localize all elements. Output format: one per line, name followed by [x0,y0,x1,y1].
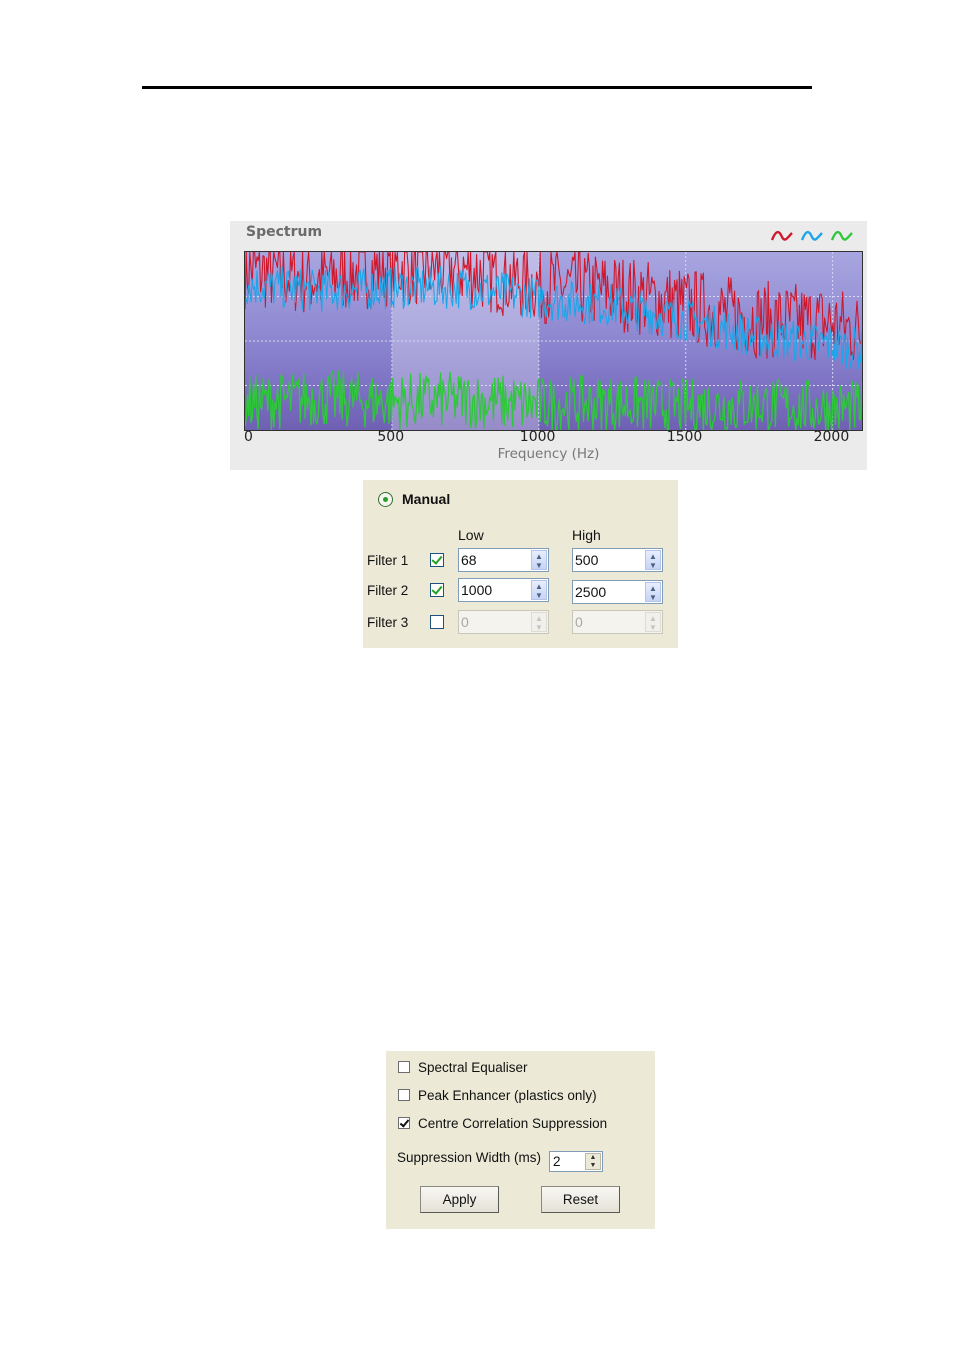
header-rule [142,86,812,89]
filter-1-low-value: 68 [461,552,477,568]
spectrum-panel: Spectrum 0 500 1000 1500 2000 Frequency (Hz) [230,221,867,470]
low-header: Low [458,527,484,543]
spectrum-title: Spectrum [246,224,323,240]
spectral-equaliser-label: Spectral Equaliser [418,1060,528,1075]
x-tick-label: 500 [377,429,405,445]
apply-button[interactable]: Apply [420,1186,499,1213]
chevron-down-icon: ▼ [535,623,543,632]
chevron-up-icon[interactable]: ▲ [646,552,660,561]
spectrum-plot[interactable] [244,251,863,431]
x-tick-label: 1500 [666,429,703,445]
chevron-down-icon[interactable]: ▼ [532,591,546,600]
blue-wave-icon[interactable] [800,228,824,244]
chevron-up-icon[interactable]: ▲ [532,552,546,561]
check-icon [431,553,443,565]
chevron-up-icon[interactable]: ▲ [532,582,546,591]
filter-1-low-spinner[interactable]: 68 ▲ ▼ [458,548,549,572]
suppression-width-spinner[interactable]: 2 ▲ ▼ [549,1151,603,1172]
chevron-up-icon[interactable]: ▲ [646,584,660,593]
suppression-width-value: 2 [553,1154,561,1169]
spin-buttons[interactable]: ▲ ▼ [585,1153,601,1170]
spin-buttons[interactable]: ▲ ▼ [531,580,547,600]
spin-buttons[interactable]: ▲ ▼ [645,582,661,602]
chevron-down-icon[interactable]: ▼ [586,1162,600,1170]
chevron-down-icon: ▼ [649,623,657,632]
chevron-down-icon[interactable]: ▼ [532,561,546,570]
green-wave-icon[interactable] [830,228,854,244]
x-tick-label: 2000 [813,429,850,445]
filter-1-checkbox[interactable] [430,553,444,567]
chevron-down-icon[interactable]: ▼ [646,561,660,570]
chevron-up-icon: ▲ [535,614,543,623]
check-icon [399,1117,410,1128]
filter-3-label: Filter 3 [367,615,409,630]
filter-2-low-spinner[interactable]: 1000 ▲ ▼ [458,578,549,602]
chevron-up-icon[interactable]: ▲ [586,1154,600,1162]
spectrum-chart [245,252,862,430]
filter-3-low-spinner: 0 ▲ ▼ [458,610,549,634]
filter-2-high-spinner[interactable]: 2500 ▲ ▼ [572,580,663,604]
chevron-up-icon: ▲ [649,614,657,623]
x-tick-label: 0 [244,429,253,445]
filter-1-high-value: 500 [575,552,599,568]
spin-buttons: ▲ ▼ [531,612,547,632]
x-tick-label: 1000 [519,429,556,445]
filter-1-label: Filter 1 [367,553,409,568]
filter-1-high-spinner[interactable]: 500 ▲ ▼ [572,548,663,572]
filter-3-high-value: 0 [575,614,583,630]
peak-enhancer-checkbox[interactable] [398,1089,410,1101]
options-panel: Spectral Equaliser Peak Enhancer (plasti… [386,1051,655,1229]
spin-buttons: ▲ ▼ [645,612,661,632]
manual-radio[interactable] [378,492,393,507]
centre-correlation-checkbox[interactable] [398,1117,410,1129]
spectral-equaliser-checkbox[interactable] [398,1061,410,1073]
high-header: High [572,527,601,543]
filter-2-checkbox[interactable] [430,583,444,597]
spin-buttons[interactable]: ▲ ▼ [531,550,547,570]
filter-panel: Manual Low High Filter 1 68 ▲ ▼ 500 ▲ ▼ Fi… [363,480,678,648]
filter-3-checkbox[interactable] [430,615,444,629]
centre-correlation-label: Centre Correlation Suppression [418,1116,608,1131]
suppression-width-label: Suppression Width (ms) [397,1150,542,1165]
filter-2-label: Filter 2 [367,583,409,598]
manual-label: Manual [402,491,451,507]
chevron-down-icon[interactable]: ▼ [646,593,660,602]
x-axis-label: Frequency (Hz) [497,446,600,462]
spin-buttons[interactable]: ▲ ▼ [645,550,661,570]
red-wave-icon[interactable] [770,228,794,244]
green-series [245,370,862,430]
peak-enhancer-label: Peak Enhancer (plastics only) [418,1088,597,1103]
filter-3-high-spinner: 0 ▲ ▼ [572,610,663,634]
filter-2-high-value: 2500 [575,584,607,600]
reset-button[interactable]: Reset [541,1186,620,1213]
check-icon [431,583,443,595]
filter-2-low-value: 1000 [461,582,493,598]
filter-3-low-value: 0 [461,614,469,630]
